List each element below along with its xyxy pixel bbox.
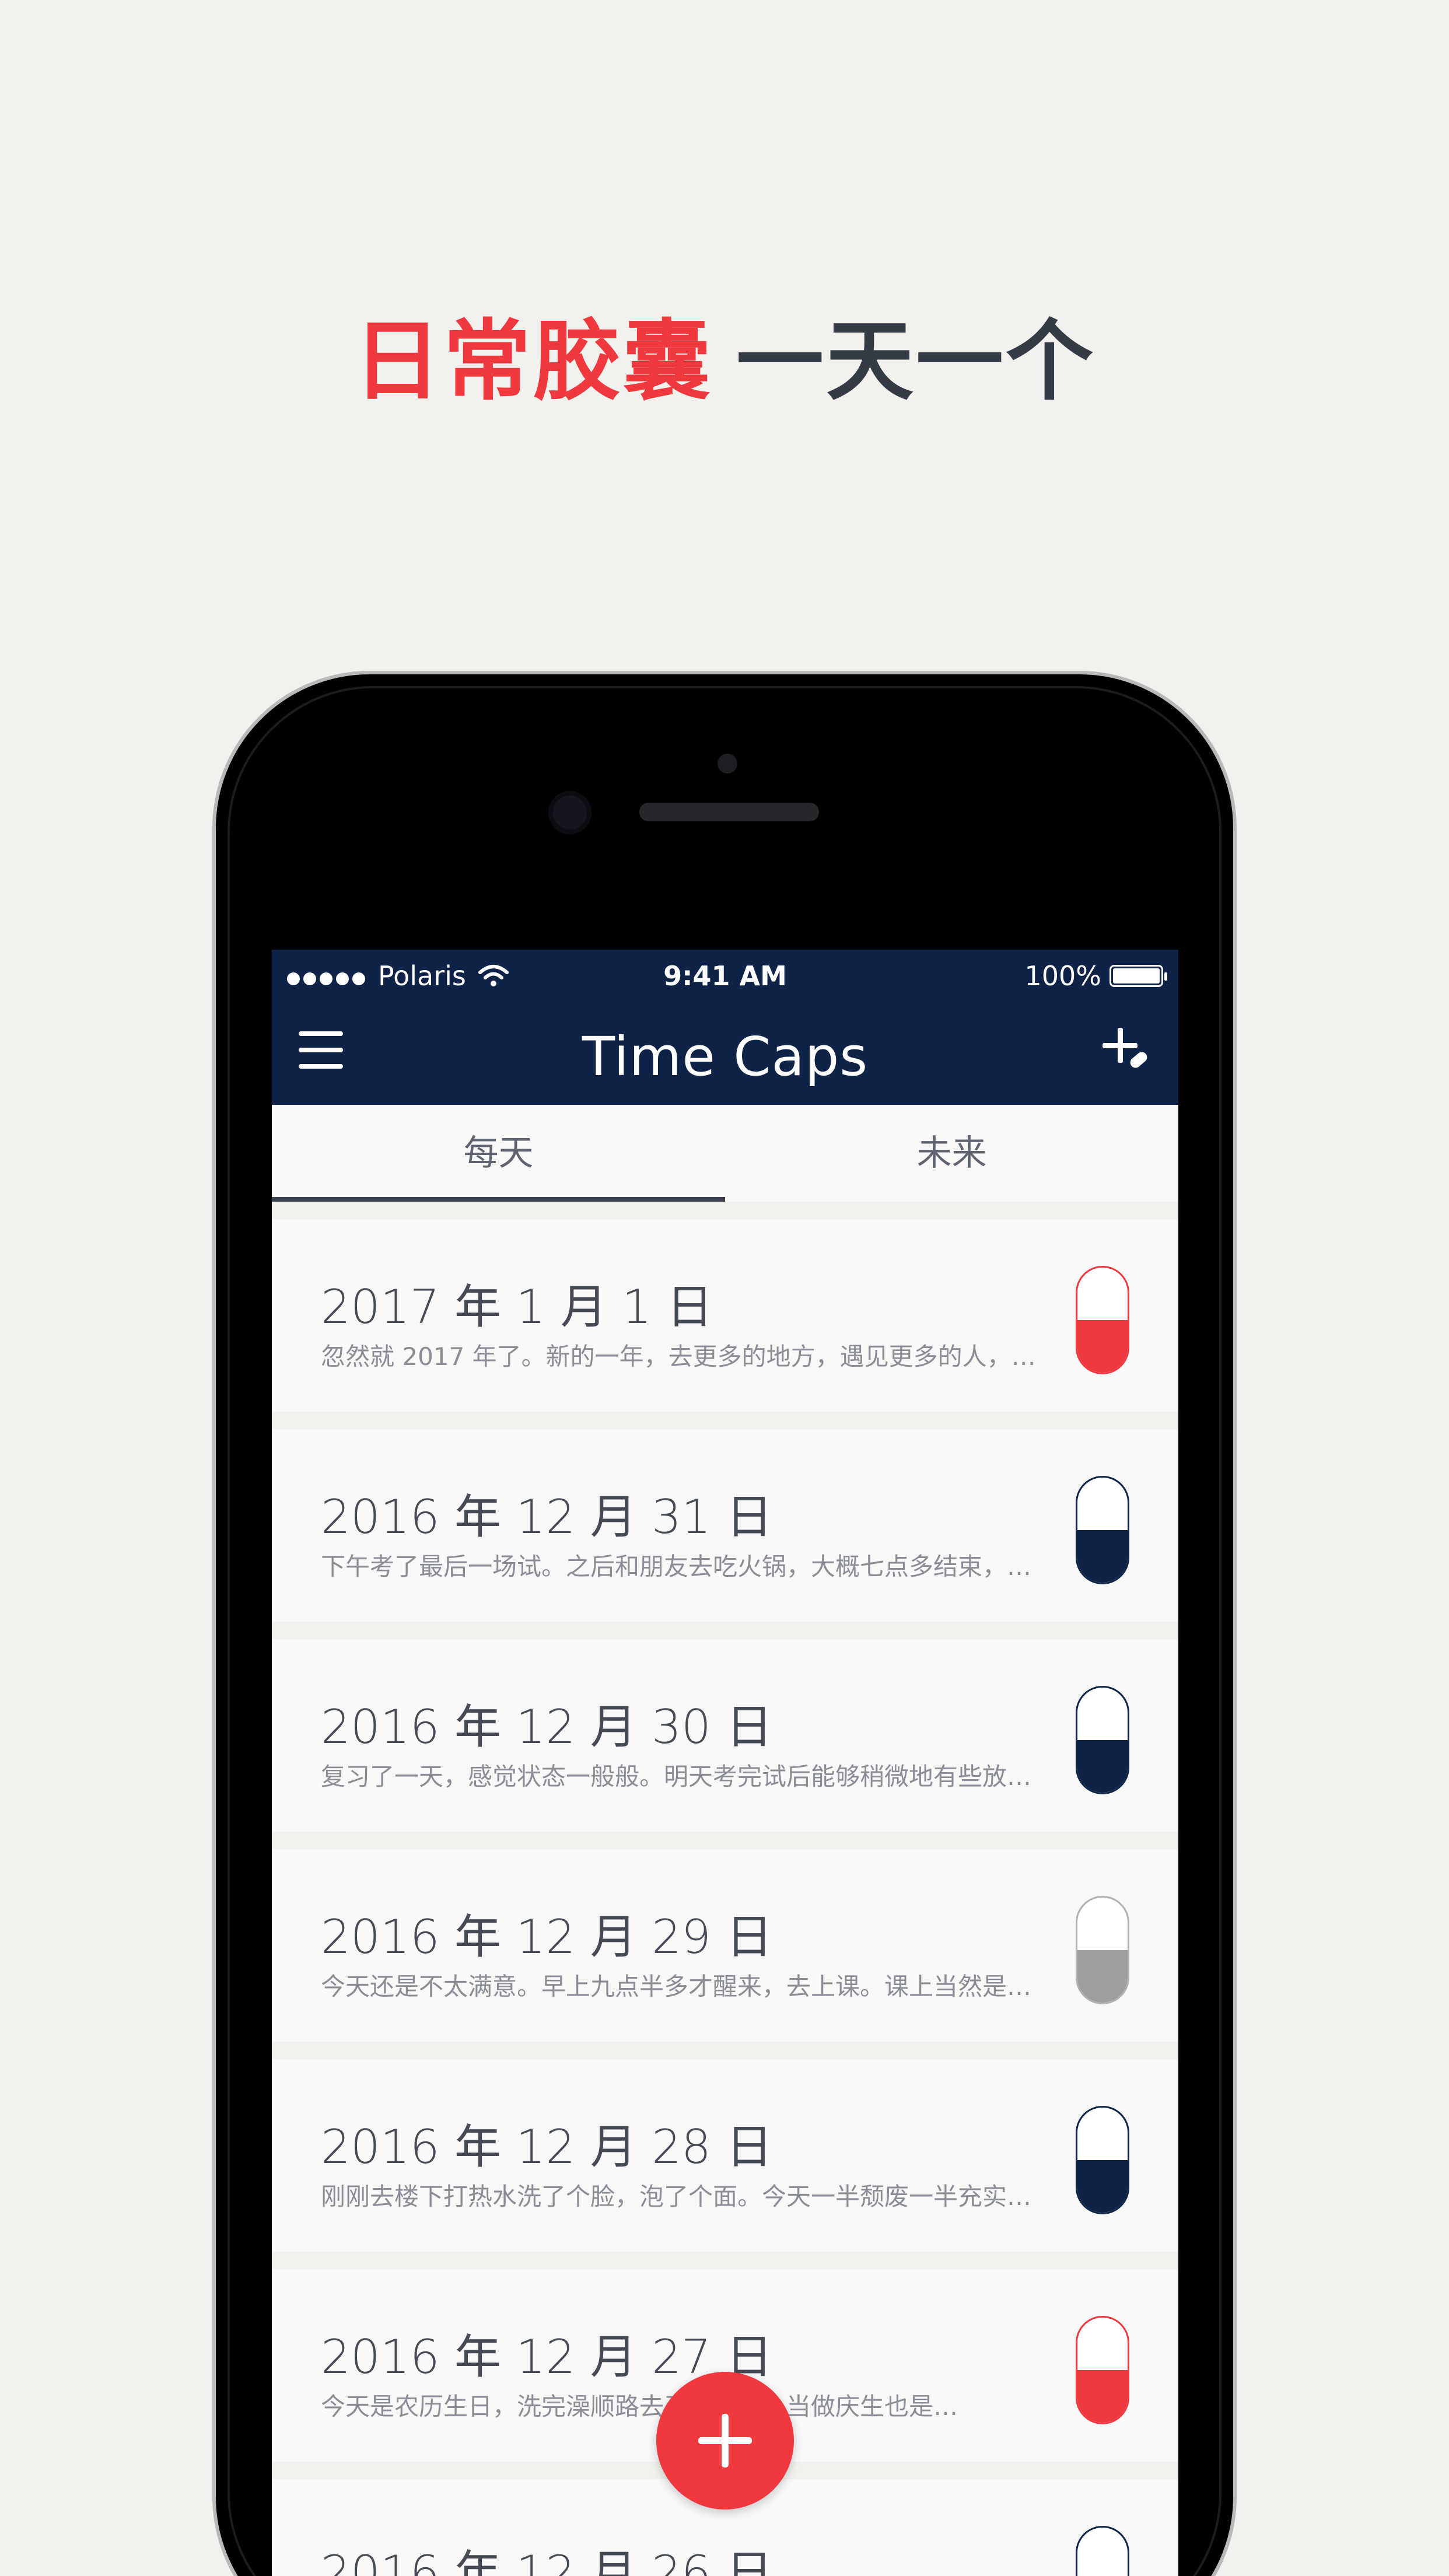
list-item[interactable]: 2016 年 12 月 30 日 复习了一天，感觉状态一般般。明天考完试后能够稍… — [272, 1639, 1178, 1832]
entry-snippet: 下午考了最后一场试。之后和朋友去吃火锅，大概七点多结束，… — [321, 1552, 1032, 1581]
app-screen: Polaris 9:41 AM 100% Time Caps 每天 未来 201… — [272, 950, 1178, 2576]
tab-daily[interactable]: 每天 — [272, 1105, 725, 1202]
list-item[interactable]: 2016 年 12 月 31 日 下午考了最后一场试。之后和朋友去吃火锅，大概七… — [272, 1429, 1178, 1622]
capsule-icon — [1076, 2106, 1129, 2214]
capsule-icon — [1076, 2526, 1129, 2576]
headline-dark: 一天一个 — [736, 311, 1096, 412]
headline: 日常胶囊 一天一个 — [0, 306, 1449, 417]
status-bar: Polaris 9:41 AM 100% — [272, 950, 1178, 1002]
headline-red: 日常胶囊 — [353, 311, 713, 412]
battery-percent: 100% — [1024, 960, 1101, 992]
entry-date: 2016 年 12 月 31 日 — [321, 1490, 773, 1544]
nav-bar: Time Caps — [272, 1002, 1178, 1105]
entry-date: 2016 年 12 月 29 日 — [321, 1910, 773, 1964]
active-tab-indicator — [272, 1197, 725, 1202]
capsule-icon — [1076, 2316, 1129, 2424]
capsule-icon — [1076, 1476, 1129, 1584]
proximity-sensor — [718, 754, 737, 774]
entry-snippet: 今天还是不太满意。早上九点半多才醒来，去上课。课上当然是… — [321, 1972, 1032, 2001]
entry-snippet: 忽然就 2017 年了。新的一年，去更多的地方，遇见更多的人，… — [321, 1342, 1036, 1371]
capsule-icon — [1076, 1266, 1129, 1374]
tab-bar: 每天 未来 — [272, 1105, 1178, 1202]
app-title: Time Caps — [582, 1026, 869, 1088]
entry-date: 2016 年 12 月 26 日 — [321, 2546, 773, 2576]
page: 日常胶囊 一天一个 Polaris 9:41 AM 100% Time Caps… — [0, 0, 1449, 2576]
add-capsule-icon[interactable] — [1102, 1026, 1152, 1074]
earpiece-speaker — [639, 803, 819, 821]
entry-snippet: 复习了一天，感觉状态一般般。明天考完试后能够稍微地有些放… — [321, 1762, 1032, 1791]
list-item[interactable]: 2017 年 1 月 1 日 忽然就 2017 年了。新的一年，去更多的地方，遇… — [272, 1219, 1178, 1412]
list-item[interactable]: 2016 年 12 月 28 日 刚刚去楼下打热水洗了个脸，泡了个面。今天一半颓… — [272, 2059, 1178, 2252]
entry-date: 2016 年 12 月 28 日 — [321, 2120, 773, 2174]
tab-future[interactable]: 未来 — [725, 1105, 1178, 1202]
entry-snippet: 刚刚去楼下打热水洗了个脸，泡了个面。今天一半颓废一半充实… — [321, 2182, 1032, 2211]
status-right: 100% — [1024, 960, 1167, 992]
add-entry-button[interactable] — [656, 2372, 794, 2510]
entry-date: 2016 年 12 月 30 日 — [321, 1700, 773, 1754]
capsule-icon — [1076, 1686, 1129, 1794]
front-camera — [548, 791, 592, 834]
capsule-icon — [1076, 1896, 1129, 2004]
entry-date: 2017 年 1 月 1 日 — [321, 1280, 713, 1334]
battery-icon — [1110, 965, 1167, 987]
list-item[interactable]: 2016 年 12 月 29 日 今天还是不太满意。早上九点半多才醒来，去上课。… — [272, 1849, 1178, 2042]
